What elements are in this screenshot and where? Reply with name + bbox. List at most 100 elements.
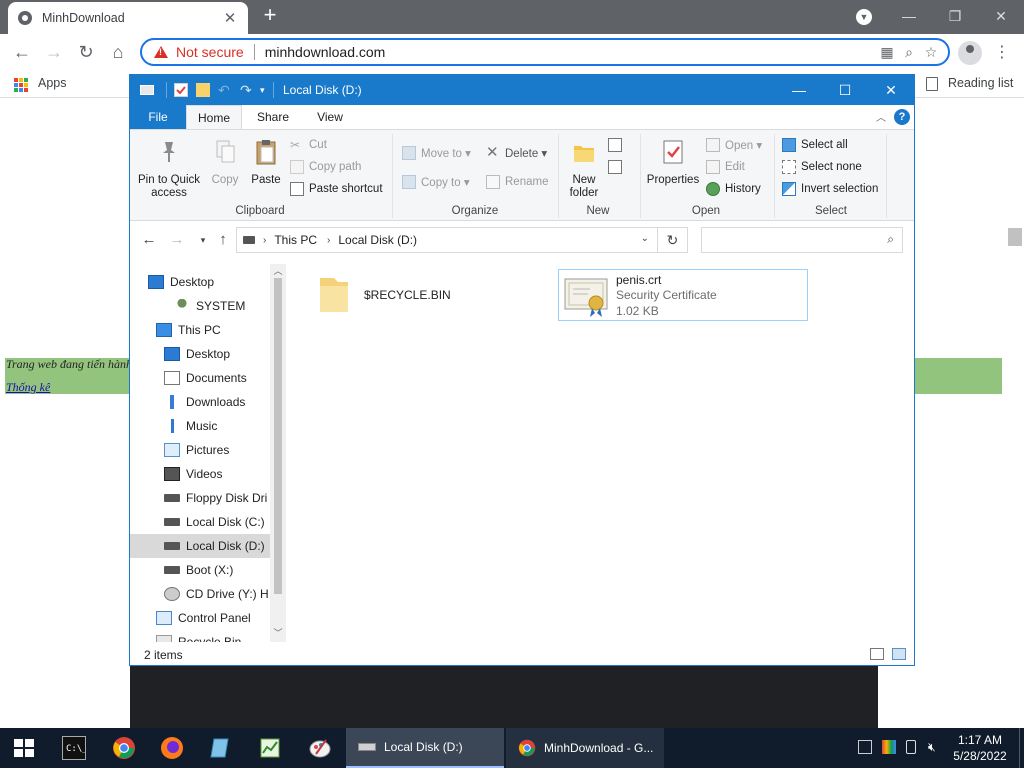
back-icon[interactable]: ← — [10, 40, 34, 64]
explorer-minimize-button[interactable]: — — [776, 75, 822, 105]
notepad-icon[interactable] — [208, 736, 232, 760]
rename-button[interactable]: Rename — [486, 173, 548, 191]
bookmark-star-icon[interactable]: ☆ — [920, 44, 942, 61]
apps-bookmark[interactable]: Apps — [38, 76, 67, 90]
nav-item[interactable]: Desktop — [130, 342, 270, 366]
explorer-address-bar[interactable]: › This PC › Local Disk (D:) ⌄ — [236, 227, 658, 253]
nav-item[interactable]: SYSTEM — [130, 294, 270, 318]
paste-button[interactable]: Paste — [246, 138, 286, 187]
copy-path-button[interactable]: Copy path — [290, 158, 361, 176]
select-none-button[interactable]: Select none — [782, 158, 862, 176]
page-scrollbar-thumb[interactable] — [1008, 228, 1022, 246]
security-status[interactable]: Not secure — [176, 44, 244, 60]
explorer-search-input[interactable]: ⌕ — [701, 227, 903, 253]
forward-icon[interactable]: → — [42, 40, 66, 64]
customize-toolbar-icon[interactable]: ▾ — [260, 83, 274, 97]
refresh-icon[interactable]: ↻ — [658, 227, 688, 253]
open-button[interactable]: Open ▾ — [706, 136, 762, 154]
windows-start-icon[interactable] — [14, 739, 34, 757]
explorer-maximize-button[interactable]: ☐ — [822, 75, 868, 105]
breadcrumb-chevron-icon[interactable]: › — [263, 235, 266, 246]
invert-selection-button[interactable]: Invert selection — [782, 180, 878, 198]
forward-arrow-icon[interactable]: → — [168, 230, 186, 250]
usb-icon[interactable] — [906, 740, 916, 754]
details-view-icon[interactable] — [870, 648, 884, 660]
nav-item[interactable]: Documents — [130, 366, 270, 390]
reload-icon[interactable]: ↻ — [74, 40, 98, 64]
firefox-icon[interactable] — [160, 736, 184, 760]
nav-item[interactable]: Boot (X:) — [130, 558, 270, 582]
tab-file[interactable]: File — [130, 105, 186, 129]
cut-button[interactable]: ✂ Cut — [290, 136, 327, 154]
nav-item[interactable]: Desktop — [130, 270, 270, 294]
address-bar[interactable]: Not secure minhdownload.com ▦ ⌕ ☆ — [140, 38, 950, 66]
profile-avatar-icon[interactable] — [958, 41, 982, 65]
command-prompt-icon[interactable]: C:\_ — [62, 736, 88, 760]
browser-restore-button[interactable]: ❐ — [932, 2, 978, 30]
nav-item[interactable]: Local Disk (D:) — [130, 534, 270, 558]
nav-item[interactable]: Control Panel — [130, 606, 270, 630]
close-tab-icon[interactable]: ✕ — [222, 9, 238, 27]
new-item-button[interactable] — [608, 136, 627, 154]
tab-view[interactable]: View — [304, 105, 356, 129]
edit-button[interactable]: Edit — [706, 158, 745, 176]
delete-button[interactable]: ✕ Delete ▾ — [486, 144, 547, 162]
explorer-close-button[interactable]: ✕ — [868, 75, 914, 105]
properties-button[interactable]: Properties — [644, 138, 702, 187]
nav-item[interactable]: Recycle Bin — [130, 630, 270, 642]
show-desktop-button[interactable] — [1019, 728, 1024, 768]
nav-item[interactable]: CD Drive (Y:) H — [130, 582, 270, 606]
breadcrumb-chevron-icon[interactable]: › — [327, 235, 330, 246]
browser-close-button[interactable]: ✕ — [978, 2, 1024, 30]
up-arrow-icon[interactable]: ↑ — [214, 230, 232, 250]
history-button[interactable]: History — [706, 180, 761, 198]
copy-to-button[interactable]: Copy to ▾ — [402, 173, 470, 191]
easy-access-button[interactable] — [608, 158, 627, 176]
taskbar-window-chrome[interactable]: MinhDownload - G... — [506, 728, 664, 768]
properties-quick-icon[interactable] — [174, 83, 188, 97]
copy-button[interactable]: Copy — [204, 138, 246, 187]
undo-icon[interactable]: ↶ — [218, 83, 232, 97]
nav-item[interactable]: Pictures — [130, 438, 270, 462]
browser-tab[interactable]: MinhDownload ✕ — [8, 2, 248, 34]
reading-list-icon[interactable] — [926, 77, 938, 91]
apps-grid-icon[interactable] — [14, 78, 28, 92]
tab-home[interactable]: Home — [186, 105, 242, 129]
system-clock[interactable]: 1:17 AM 5/28/2022 — [944, 732, 1016, 764]
nav-item[interactable]: Videos — [130, 462, 270, 486]
scroll-down-icon[interactable]: ﹀ — [272, 626, 284, 639]
tab-share[interactable]: Share — [242, 105, 304, 129]
nav-pane-scrollbar[interactable]: ︿ ﹀ — [270, 264, 286, 642]
volume-muted-icon[interactable]: 🔇︎ — [928, 740, 942, 754]
pin-to-quick-access-button[interactable]: Pin to Quick access — [136, 138, 202, 200]
large-icons-view-icon[interactable] — [892, 648, 906, 660]
select-all-button[interactable]: Select all — [782, 136, 848, 154]
more-menu-icon[interactable]: ⋮ — [992, 40, 1012, 66]
url-text[interactable]: minhdownload.com — [265, 44, 876, 60]
browser-minimize-button[interactable]: — — [886, 2, 932, 30]
paste-shortcut-button[interactable]: Paste shortcut — [290, 180, 383, 198]
file-item-recycle-bin[interactable]: $RECYCLE.BIN — [310, 272, 540, 318]
home-icon[interactable]: ⌂ — [106, 40, 130, 64]
paint-icon[interactable] — [308, 736, 332, 760]
back-arrow-icon[interactable]: ← — [140, 230, 158, 250]
zoom-icon[interactable]: ⌕ — [898, 44, 920, 61]
recent-locations-icon[interactable]: ▾ — [194, 230, 212, 250]
qr-code-icon[interactable]: ▦ — [876, 44, 898, 61]
chrome-icon[interactable] — [112, 736, 136, 760]
statistics-link[interactable]: Thống kê — [6, 380, 50, 395]
taskbar-window-explorer[interactable]: Local Disk (D:) — [346, 728, 504, 768]
help-icon[interactable]: ? — [894, 109, 910, 125]
nav-item[interactable]: Floppy Disk Dri — [130, 486, 270, 510]
move-to-button[interactable]: Move to ▾ — [402, 144, 471, 162]
nav-item[interactable]: Downloads — [130, 390, 270, 414]
reading-list-button[interactable]: Reading list — [948, 76, 1013, 90]
breadcrumb-local-disk[interactable]: Local Disk (D:) — [338, 233, 417, 247]
nav-scroll-thumb[interactable] — [274, 278, 282, 594]
breadcrumb-this-pc[interactable]: This PC — [274, 233, 317, 247]
collapse-ribbon-icon[interactable]: ︿ — [876, 109, 886, 124]
file-item-certificate[interactable]: penis.crt Security Certificate 1.02 KB — [558, 269, 808, 321]
network-icon[interactable] — [858, 740, 872, 754]
address-dropdown-icon[interactable]: ⌄ — [641, 233, 649, 244]
new-folder-button[interactable]: New folder — [562, 138, 606, 200]
